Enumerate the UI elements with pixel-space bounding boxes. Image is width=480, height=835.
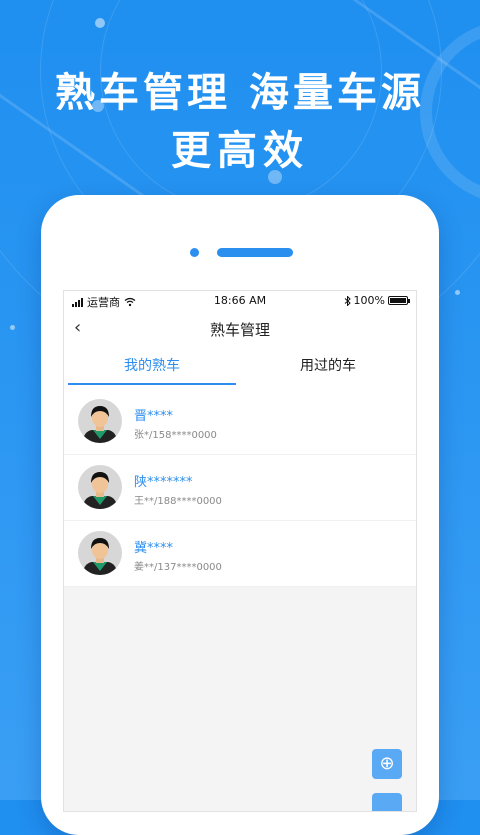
driver-avatar-icon [82,472,118,509]
phone-camera [190,248,199,257]
vehicle-list: 晋**** 张*/158****0000 陕******* 王**/188***… [64,389,416,587]
owner-info: 姜**/137****0000 [134,562,222,573]
secondary-action-button[interactable] [372,793,402,811]
plate-number: 冀**** [134,541,174,556]
owner-info: 张*/158****0000 [134,430,217,441]
phone-speaker [217,248,293,257]
owner-info: 王**/188****0000 [134,496,222,507]
list-item[interactable]: 晋**** 张*/158****0000 [64,389,416,455]
battery-icon [388,296,410,305]
driver-avatar-icon [82,538,118,575]
plate-number: 晋**** [134,409,174,424]
status-bar: 运营商 18:66 AM 100% [64,291,416,309]
tab-used-cars[interactable]: 用过的车 [240,347,416,389]
plate-number: 陕******* [134,475,193,490]
driver-avatar-icon [82,406,118,443]
page-title: 熟车管理 [209,321,270,339]
avatar [78,399,122,443]
nav-bar: ‹ 熟车管理 [64,309,416,347]
headline-line-2: 更高效 [171,128,309,174]
avatar [78,531,122,575]
list-item[interactable]: 陕******* 王**/188****0000 [64,455,416,521]
tab-my-cars[interactable]: 我的熟车 [64,347,240,389]
battery-percent: 100% [353,294,385,307]
list-item[interactable]: 冀**** 姜**/137****0000 [64,521,416,587]
app-screen: 运营商 18:66 AM 100% ‹ 熟车管理 我的熟车 用过的车 晋****… [63,290,417,812]
avatar [78,465,122,509]
tab-bar: 我的熟车 用过的车 [64,347,416,389]
add-circle-icon[interactable]: ⊕ [372,749,402,779]
phone-mockup: 运营商 18:66 AM 100% ‹ 熟车管理 我的熟车 用过的车 晋****… [41,195,439,835]
headline-line-1: 熟车管理 海量车源 [55,70,425,116]
bluetooth-icon [344,295,351,306]
